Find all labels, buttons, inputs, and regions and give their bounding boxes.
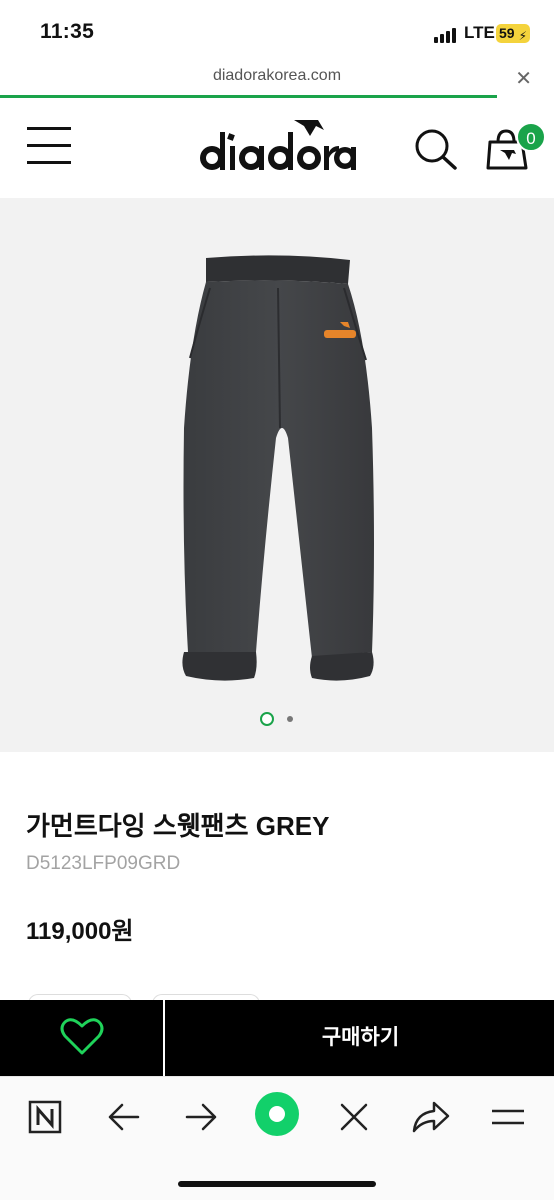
browser-toolbar (0, 1076, 554, 1200)
home-dot-icon[interactable] (254, 1091, 300, 1137)
address-bar[interactable]: diadorakorea.com ✕ (0, 62, 554, 98)
back-arrow-icon[interactable] (104, 1097, 144, 1137)
buy-button[interactable]: 구매하기 (167, 1000, 554, 1076)
menu-icon[interactable] (488, 1097, 528, 1137)
battery-icon: 59 ⚡ (496, 24, 530, 43)
menu-icon[interactable] (27, 127, 71, 165)
search-icon[interactable] (413, 128, 459, 170)
diadora-logo[interactable] (198, 116, 358, 176)
share-icon[interactable] (410, 1097, 450, 1137)
product-image[interactable] (160, 248, 400, 688)
close-icon[interactable]: ✕ (515, 66, 532, 91)
product-name: 가먼트다잉 스웻팬츠 GREY (26, 811, 330, 841)
signal-icon (434, 27, 460, 43)
status-bar: 11:35 LTE 59 ⚡ (0, 0, 554, 62)
carousel-dot[interactable] (287, 716, 293, 722)
close-icon[interactable] (334, 1097, 374, 1137)
site-header: 0 (0, 98, 554, 198)
battery-level: 59 (499, 25, 515, 41)
status-time: 11:35 (40, 20, 95, 43)
url-text[interactable]: diadorakorea.com (0, 67, 554, 85)
naver-icon[interactable] (26, 1097, 66, 1137)
home-indicator (178, 1181, 376, 1187)
forward-arrow-icon[interactable] (181, 1097, 221, 1137)
product-code: D5123LFP09GRD (26, 853, 181, 874)
heart-icon (60, 1018, 104, 1055)
network-label: LTE (464, 23, 495, 42)
purchase-bar: 구매하기 (0, 1000, 554, 1076)
product-image-gallery[interactable] (0, 198, 554, 752)
cart-count-badge: 0 (516, 122, 546, 152)
product-price: 119,000원 (26, 918, 134, 945)
carousel-dot-active[interactable] (260, 712, 274, 726)
wishlist-button[interactable] (0, 1000, 165, 1076)
